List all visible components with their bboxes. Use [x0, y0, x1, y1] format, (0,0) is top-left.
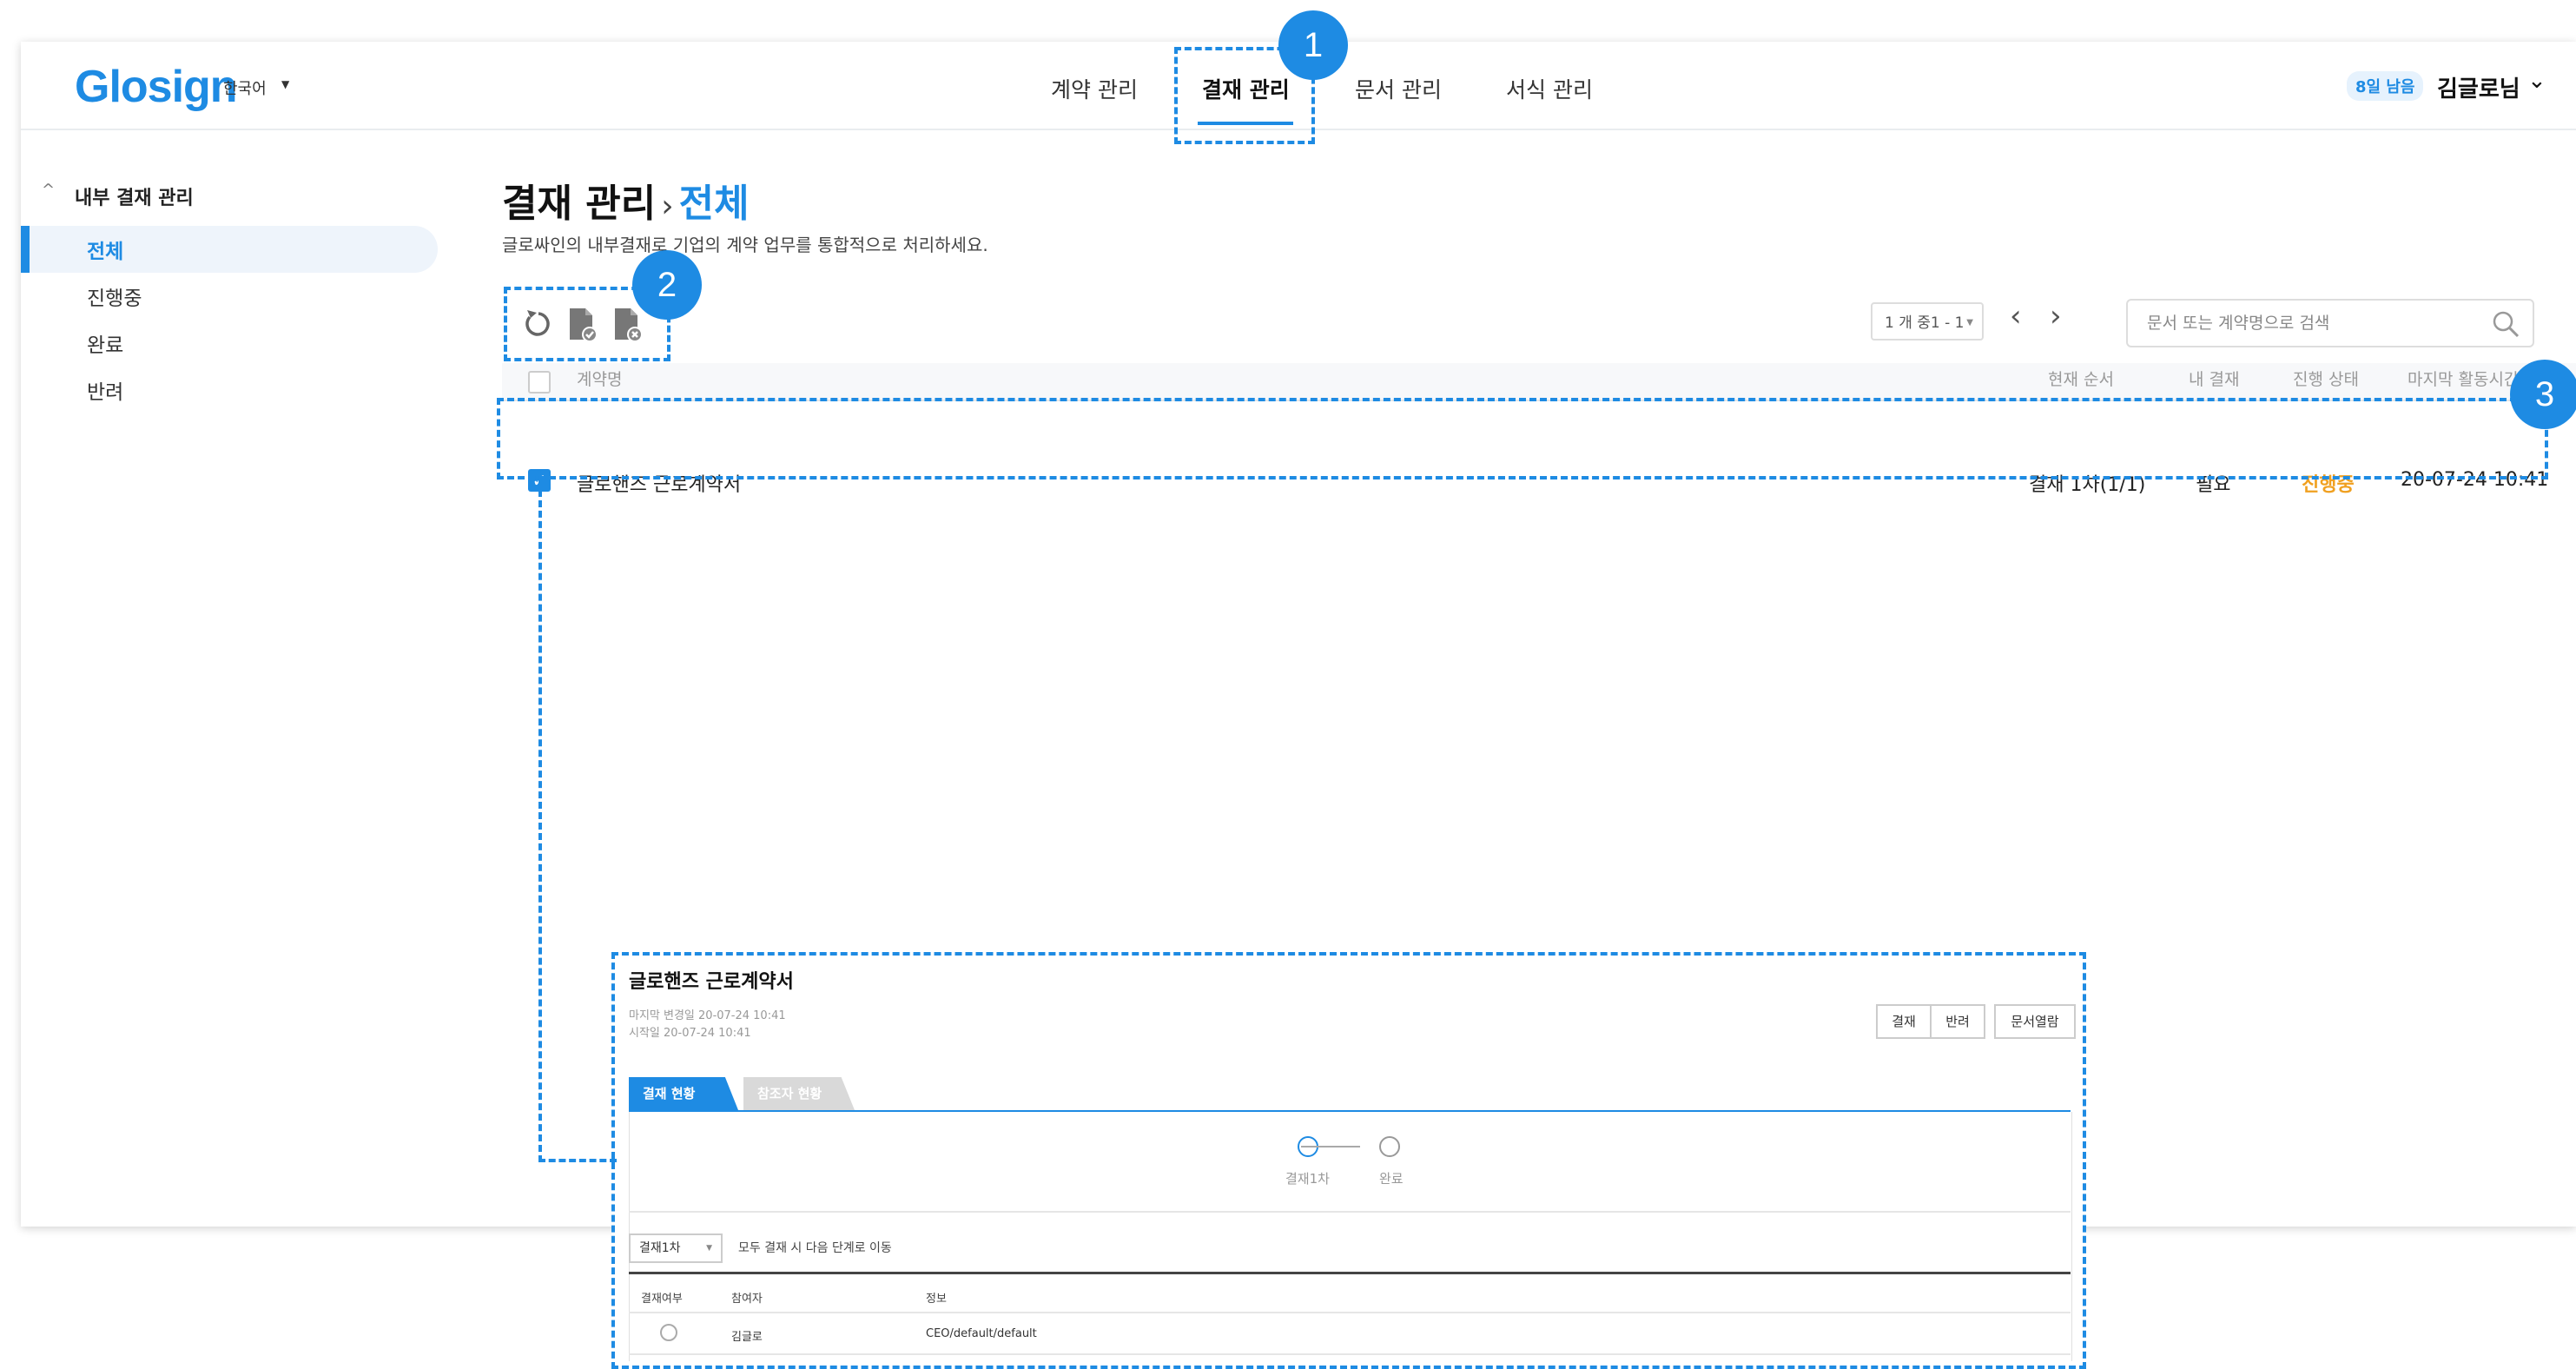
callout-badge-3: 3 [2510, 360, 2576, 429]
column-current-order[interactable]: 현재 순서 [2048, 367, 2114, 390]
pagination-label: 1 개 중1 - 1 [1885, 314, 1965, 332]
caret-down-icon[interactable]: ▼ [281, 78, 289, 90]
sidebar-item-completed[interactable]: 완료 [87, 328, 123, 358]
callout-connector [538, 479, 617, 1162]
caret-down-icon: ▼ [1966, 318, 1973, 327]
callout-frame-row [497, 398, 2548, 479]
sidebar-section-title[interactable]: 내부 결재 관리 [75, 182, 194, 210]
callout-badge-2: 2 [632, 250, 702, 320]
breadcrumb-separator-icon: › [661, 188, 674, 224]
sidebar-item-rejected[interactable]: 반려 [87, 375, 123, 405]
page-subtitle: 글로싸인의 내부결재로 기업의 계약 업무를 통합적으로 처리하세요. [502, 235, 988, 255]
sidebar-active-highlight [21, 226, 438, 273]
search-input[interactable] [2145, 313, 2479, 334]
select-all-checkbox[interactable] [528, 371, 551, 394]
sidebar-active-bar [21, 226, 30, 273]
nav-document-management[interactable]: 문서 관리 [1355, 73, 1442, 104]
chevron-up-icon[interactable]: ^ [42, 181, 55, 199]
user-menu[interactable]: 김글로님 [2437, 71, 2520, 103]
next-page-icon[interactable]: › [2050, 299, 2062, 334]
table-header [502, 363, 2576, 401]
column-my-approval[interactable]: 내 결재 [2189, 367, 2239, 390]
glosign-logo[interactable]: Glosign [75, 61, 238, 113]
page-title-current: 전체 [678, 182, 750, 226]
column-contract-name[interactable]: 계약명 [577, 367, 622, 390]
nav-contract-management[interactable]: 계약 관리 [1051, 73, 1138, 104]
chevron-down-icon[interactable]: ⌄ [2527, 68, 2546, 94]
prev-page-icon[interactable]: ‹ [2010, 299, 2022, 334]
column-last-activity[interactable]: 마지막 활동시간 [2408, 367, 2519, 390]
search-icon[interactable] [2491, 309, 2520, 342]
callout-badge-1: 1 [1278, 10, 1348, 80]
trial-days-badge: 8일 남음 [2347, 71, 2424, 101]
sidebar-item-all[interactable]: 전체 [87, 235, 123, 264]
column-progress-status[interactable]: 진행 상태 [2293, 367, 2359, 390]
search-box [2126, 299, 2534, 347]
language-selector[interactable]: 한국어 [223, 76, 267, 99]
sidebar-item-in-progress[interactable]: 진행중 [87, 281, 142, 311]
page-title: 결재 관리 › 전체 [502, 172, 750, 228]
callout-frame-detail [611, 952, 2086, 1369]
page-title-parent: 결재 관리 [502, 182, 657, 226]
pagination-select[interactable]: 1 개 중1 - 1 ▼ [1871, 302, 1984, 341]
nav-template-management[interactable]: 서식 관리 [1506, 73, 1593, 104]
